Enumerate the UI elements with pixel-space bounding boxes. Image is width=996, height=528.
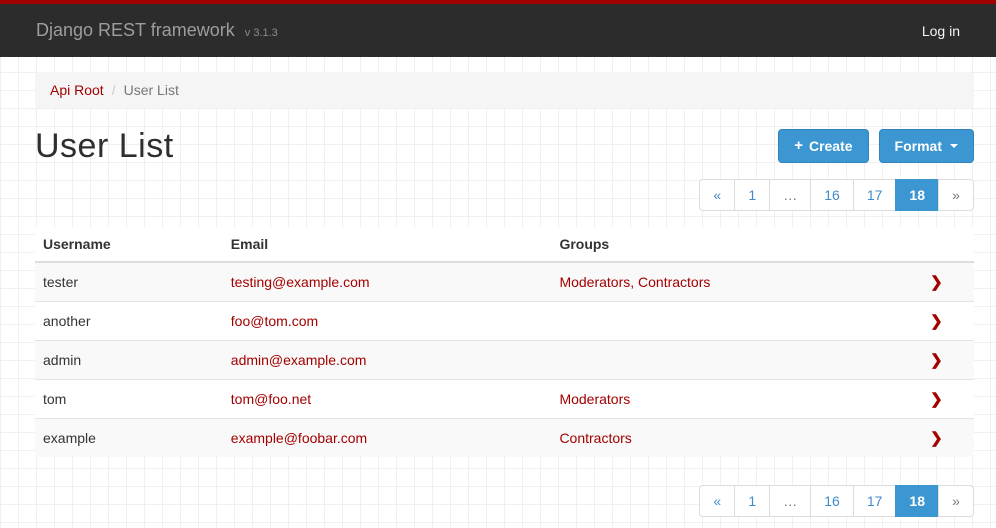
- table-header-row: Username Email Groups: [35, 227, 974, 262]
- login-link[interactable]: Log in: [922, 23, 960, 39]
- chevron-right-icon[interactable]: ❯: [930, 274, 943, 291]
- create-button[interactable]: + Create: [778, 129, 868, 163]
- email-link[interactable]: tom@foo.net: [231, 391, 311, 407]
- cell-username: another: [35, 302, 223, 341]
- page-ellipsis: …: [770, 179, 811, 211]
- page-18-active[interactable]: 18: [896, 179, 939, 211]
- page-title: User List: [35, 127, 174, 166]
- page-17[interactable]: 17: [854, 485, 897, 517]
- pagination-top: « 1 … 16 17 18 »: [35, 179, 974, 211]
- chevron-right-icon[interactable]: ❯: [930, 313, 943, 330]
- groups-link[interactable]: Moderators: [559, 391, 630, 407]
- email-link[interactable]: example@foobar.com: [231, 430, 367, 446]
- breadcrumb-separator: /: [104, 82, 124, 98]
- cell-username: tom: [35, 380, 223, 419]
- page-16[interactable]: 16: [811, 485, 854, 517]
- user-table: Username Email Groups tester testing@exa…: [35, 227, 974, 457]
- format-button-label: Format: [895, 138, 942, 155]
- header-email: Email: [223, 227, 552, 262]
- groups-link[interactable]: Moderators, Contractors: [559, 274, 710, 290]
- page-18-active[interactable]: 18: [896, 485, 939, 517]
- caret-down-icon: [950, 144, 958, 148]
- cell-username: tester: [35, 262, 223, 302]
- plus-icon: +: [794, 137, 803, 155]
- header-groups: Groups: [551, 227, 898, 262]
- create-button-label: Create: [809, 138, 853, 155]
- breadcrumb-api-root[interactable]: Api Root: [50, 82, 104, 98]
- header-detail: [899, 227, 974, 262]
- pagination-bottom: « 1 … 16 17 18 »: [35, 485, 974, 517]
- toolbar: + Create Format: [778, 129, 974, 163]
- table-row: another foo@tom.com ❯: [35, 302, 974, 341]
- groups-link[interactable]: Contractors: [559, 430, 631, 446]
- format-dropdown-button[interactable]: Format: [879, 129, 974, 163]
- table-row: tom tom@foo.net Moderators ❯: [35, 380, 974, 419]
- cell-username: admin: [35, 341, 223, 380]
- main-container: Api Root / User List User List + Create …: [35, 72, 974, 517]
- brand-version: v 3.1.3: [245, 27, 278, 39]
- page-ellipsis: …: [770, 485, 811, 517]
- page-first[interactable]: «: [699, 485, 735, 517]
- page-first[interactable]: «: [699, 179, 735, 211]
- page-17[interactable]: 17: [854, 179, 897, 211]
- page-next: »: [939, 179, 974, 211]
- cell-username: example: [35, 419, 223, 458]
- table-row: tester testing@example.com Moderators, C…: [35, 262, 974, 302]
- page-1[interactable]: 1: [735, 485, 770, 517]
- navbar: Django REST framework v 3.1.3 Log in: [0, 0, 996, 57]
- breadcrumb-current: User List: [124, 82, 179, 98]
- brand-title: Django REST framework: [36, 20, 235, 40]
- brand-link[interactable]: Django REST framework v 3.1.3: [36, 20, 278, 41]
- email-link[interactable]: foo@tom.com: [231, 313, 318, 329]
- title-row: User List + Create Format: [35, 125, 974, 167]
- page-1[interactable]: 1: [735, 179, 770, 211]
- table-row: example example@foobar.com Contractors ❯: [35, 419, 974, 458]
- page-next: »: [939, 485, 974, 517]
- chevron-right-icon[interactable]: ❯: [930, 352, 943, 369]
- email-link[interactable]: admin@example.com: [231, 352, 367, 368]
- header-username: Username: [35, 227, 223, 262]
- page-16[interactable]: 16: [811, 179, 854, 211]
- email-link[interactable]: testing@example.com: [231, 274, 370, 290]
- table-row: admin admin@example.com ❯: [35, 341, 974, 380]
- chevron-right-icon[interactable]: ❯: [930, 391, 943, 408]
- breadcrumb: Api Root / User List: [35, 72, 974, 108]
- chevron-right-icon[interactable]: ❯: [930, 430, 943, 447]
